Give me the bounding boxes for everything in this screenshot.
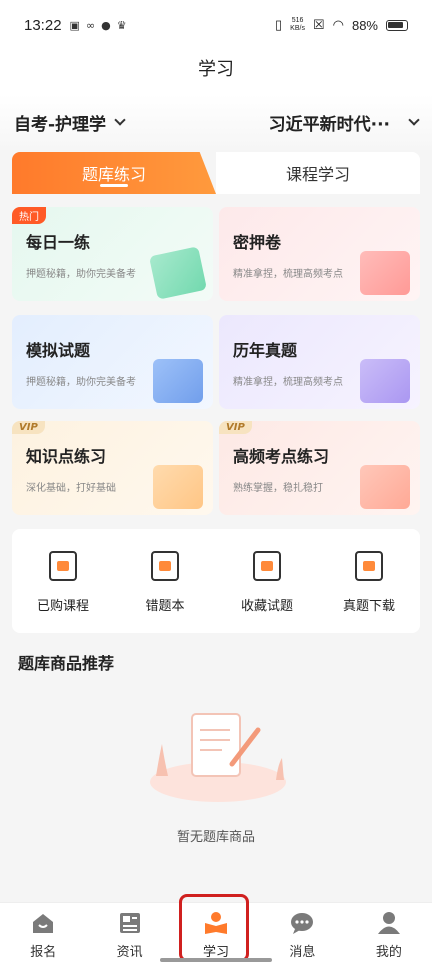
vip-badge: VIP <box>12 421 45 434</box>
user-icon <box>377 912 400 934</box>
wifi-icon: ◠ <box>332 17 344 32</box>
crown-notification-icon: ♛ <box>116 18 127 32</box>
sim-icon: ☒ <box>312 17 325 32</box>
tab-question-bank[interactable]: 题库练习 <box>12 152 216 194</box>
wechat-notification-icon: ● <box>101 18 111 32</box>
nav-label: 我的 <box>375 945 402 960</box>
chat-bubble-icon <box>291 913 314 934</box>
card-mock-exam[interactable]: 模拟试题 押题秘籍，助你完美备考 <box>12 315 213 409</box>
subject-label: 自考-护理学 <box>14 114 107 135</box>
checklist-icon <box>148 246 208 300</box>
quick-wrong-notebook[interactable]: 错题本 <box>114 529 216 633</box>
vibrate-icon: ▯ <box>275 17 283 32</box>
card-past-exams[interactable]: 历年真题 精准拿捏，梳理高频考点 <box>219 315 420 409</box>
status-time: 13:22 <box>24 16 62 34</box>
card-title: 模拟试题 <box>26 341 91 360</box>
folder-icon <box>360 465 410 509</box>
house-icon <box>33 914 54 933</box>
nav-messages[interactable]: 消息 <box>259 903 345 964</box>
empty-message: 暂无题库商品 <box>176 830 255 845</box>
card-title: 知识点练习 <box>26 447 107 466</box>
quick-exam-download[interactable]: 真题下载 <box>318 529 420 633</box>
quick-label: 收藏试题 <box>240 599 293 614</box>
quick-links: 已购课程 错题本 收藏试题 真题下载 <box>12 529 420 633</box>
card-secret-paper[interactable]: 密押卷 精准拿捏，梳理高频考点 <box>219 207 420 301</box>
quick-favorite-questions[interactable]: 收藏试题 <box>216 529 318 633</box>
link-notification-icon: ∞ <box>85 18 96 32</box>
nav-label: 资讯 <box>116 945 143 960</box>
star-book-icon <box>253 551 281 581</box>
paper-scroll-icon <box>360 251 410 295</box>
card-daily-practice[interactable]: 热门 每日一练 押题秘籍，助你完美备考 <box>12 207 213 301</box>
download-book-icon <box>355 551 383 581</box>
vip-badge: VIP <box>219 421 252 434</box>
card-knowledge-practice[interactable]: VIP 知识点练习 深化基础，打好基础 <box>12 421 213 515</box>
card-title: 历年真题 <box>233 341 298 360</box>
highlight-frame <box>179 894 249 962</box>
nav-register[interactable]: 报名 <box>0 903 86 964</box>
tab-course-study[interactable]: 课程学习 <box>216 152 420 194</box>
notification-icons: ▣ ∞ ● ♛ <box>70 19 127 32</box>
quick-label: 真题下载 <box>342 599 395 614</box>
book-open-icon <box>49 551 77 581</box>
course-selector[interactable]: 习近平新时代··· <box>268 110 420 135</box>
nav-profile[interactable]: 我的 <box>346 903 432 964</box>
nav-label: 消息 <box>289 945 316 960</box>
news-icon <box>119 913 140 933</box>
chevron-down-icon <box>408 113 420 126</box>
section-title: 题库商品推荐 <box>18 654 115 673</box>
home-indicator[interactable] <box>160 958 272 962</box>
wrong-notebook-icon <box>151 551 179 581</box>
selector-row: 自考-护理学 习近平新时代··· <box>0 94 432 150</box>
card-title: 每日一练 <box>26 233 91 252</box>
nav-label: 报名 <box>30 945 57 960</box>
document-stack-icon <box>360 359 410 403</box>
quick-label: 已购课程 <box>36 599 89 614</box>
open-book-icon <box>153 359 203 403</box>
study-tabs: 题库练习 课程学习 <box>12 152 420 194</box>
battery-icon <box>386 19 408 31</box>
hot-badge: 热门 <box>12 207 46 224</box>
status-bar: 13:22 ▣ ∞ ● ♛ ▯ 516 KB/s ☒ ◠ 88% <box>0 0 432 50</box>
page-title: 学习 <box>0 50 432 94</box>
card-title: 高频考点练习 <box>233 447 330 466</box>
quick-label: 错题本 <box>145 599 185 614</box>
course-label: 习近平新时代··· <box>268 114 390 135</box>
card-title: 密押卷 <box>233 233 282 252</box>
chevron-down-icon <box>114 113 126 126</box>
network-speed: 516 KB/s <box>290 17 305 32</box>
nav-news[interactable]: 资讯 <box>86 903 172 964</box>
quick-purchased-courses[interactable]: 已购课程 <box>12 529 114 633</box>
app-notification-icon: ▣ <box>69 18 80 32</box>
empty-illustration <box>150 713 286 802</box>
subject-selector[interactable]: 自考-护理学 <box>14 110 126 135</box>
clipboard-icon <box>153 465 203 509</box>
battery-percent: 88% <box>351 17 378 33</box>
card-high-frequency-practice[interactable]: VIP 高频考点练习 熟练掌握，稳扎稳打 <box>219 421 420 515</box>
